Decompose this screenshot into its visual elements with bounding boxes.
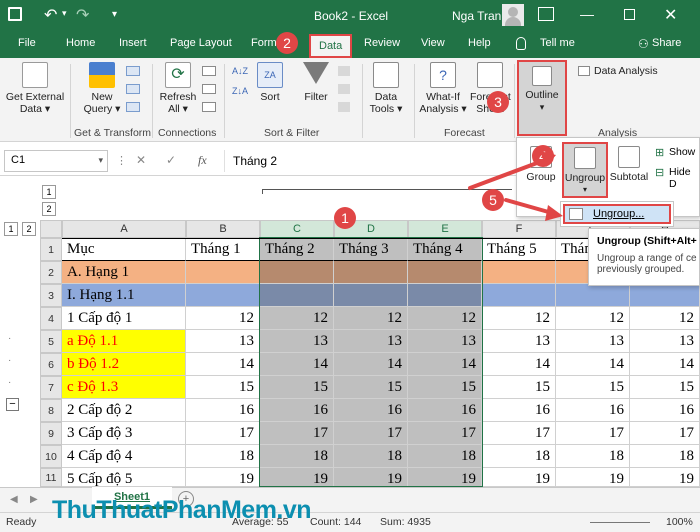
next-sheet-icon[interactable]: ▶ (30, 494, 38, 505)
status-count: Count: 144 (310, 516, 362, 528)
arrowhead-2 (545, 205, 563, 221)
watermark: ThuThuatPhanMem.vn (52, 496, 312, 524)
arrow-to-ungroup (468, 158, 547, 190)
zoom-level[interactable]: 100% (666, 516, 693, 528)
status-ready: Ready (6, 516, 37, 528)
arrow-to-ungroup-item (504, 198, 554, 215)
zoom-slider[interactable] (590, 522, 650, 523)
status-sum: Sum: 4935 (380, 516, 431, 528)
annotation-arrows (468, 151, 563, 221)
prev-sheet-icon[interactable]: ◀ (10, 494, 18, 505)
